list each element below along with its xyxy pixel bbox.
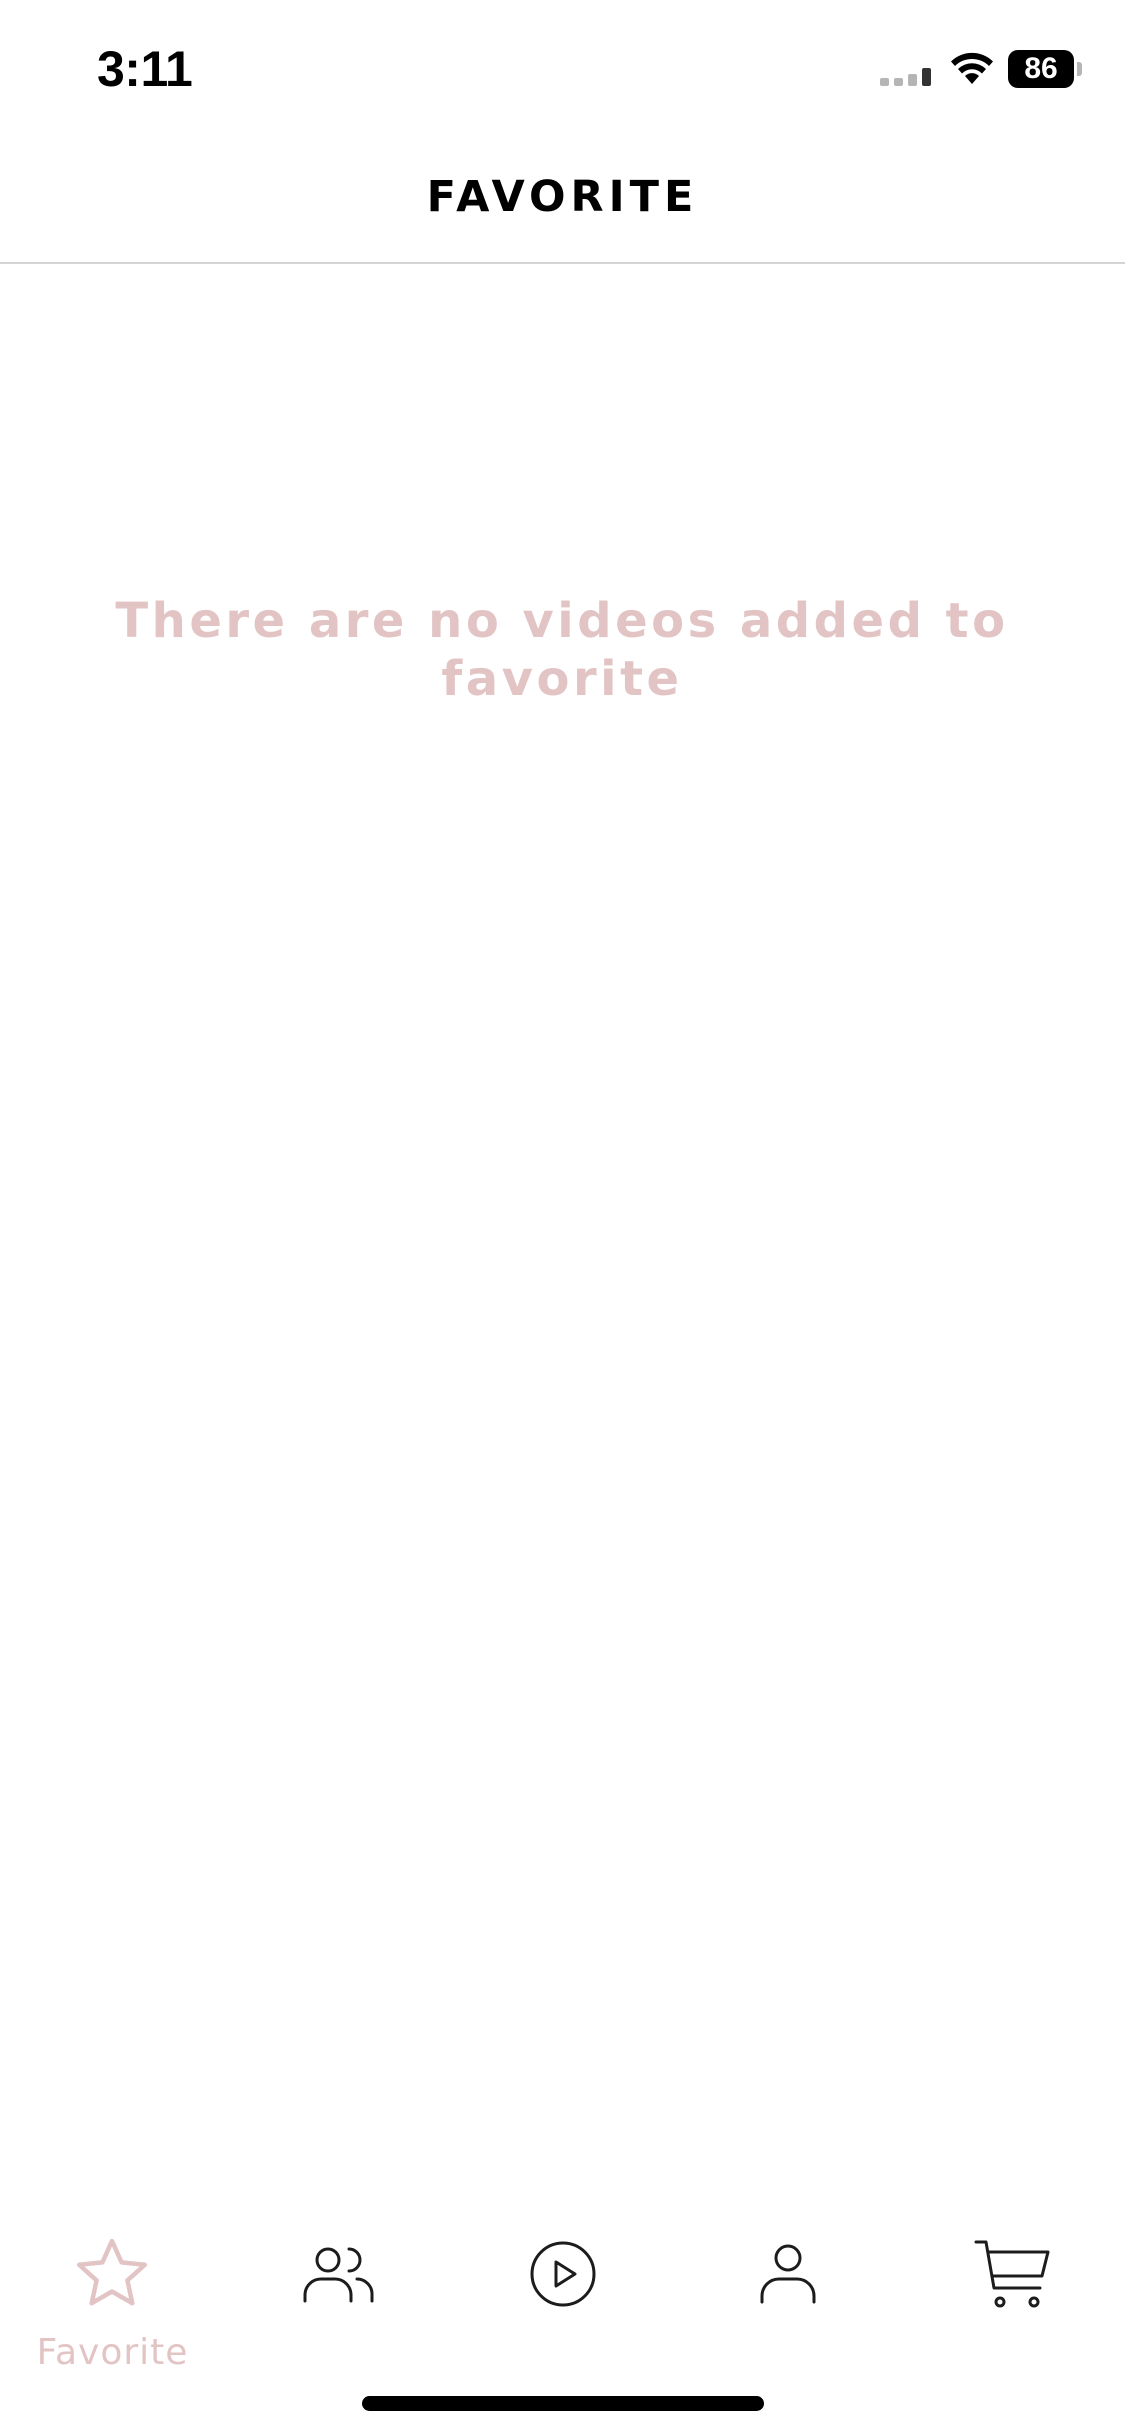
nav-header: FAVORITE [0,132,1125,264]
cellular-signal-icon [880,68,931,86]
battery-cap [1077,62,1082,76]
status-time: 3:11 [97,41,193,97]
battery-indicator: 86 [1008,50,1084,88]
play-circle-icon [530,2241,596,2307]
battery-level: 86 [1008,50,1074,88]
user-icon [760,2244,816,2304]
tab-profile[interactable] [675,2200,900,2380]
tab-videos[interactable] [450,2200,675,2380]
tab-favorite[interactable]: Favorite [0,2200,225,2380]
tab-cart[interactable] [900,2200,1125,2380]
page-title: FAVORITE [426,172,699,222]
home-indicator[interactable] [362,2396,764,2411]
status-bar: 3:11 86 [0,0,1125,132]
users-icon [303,2247,374,2303]
tab-community[interactable] [225,2200,450,2380]
cart-icon [974,2240,1050,2308]
star-icon [76,2238,148,2306]
empty-state-message: There are no videos added to favorite [115,593,1009,707]
wifi-icon [951,52,993,84]
tab-favorite-label: Favorite [36,2332,189,2373]
favorites-screen: 3:11 86 FAVORITE There are no videos add… [0,0,1125,2436]
